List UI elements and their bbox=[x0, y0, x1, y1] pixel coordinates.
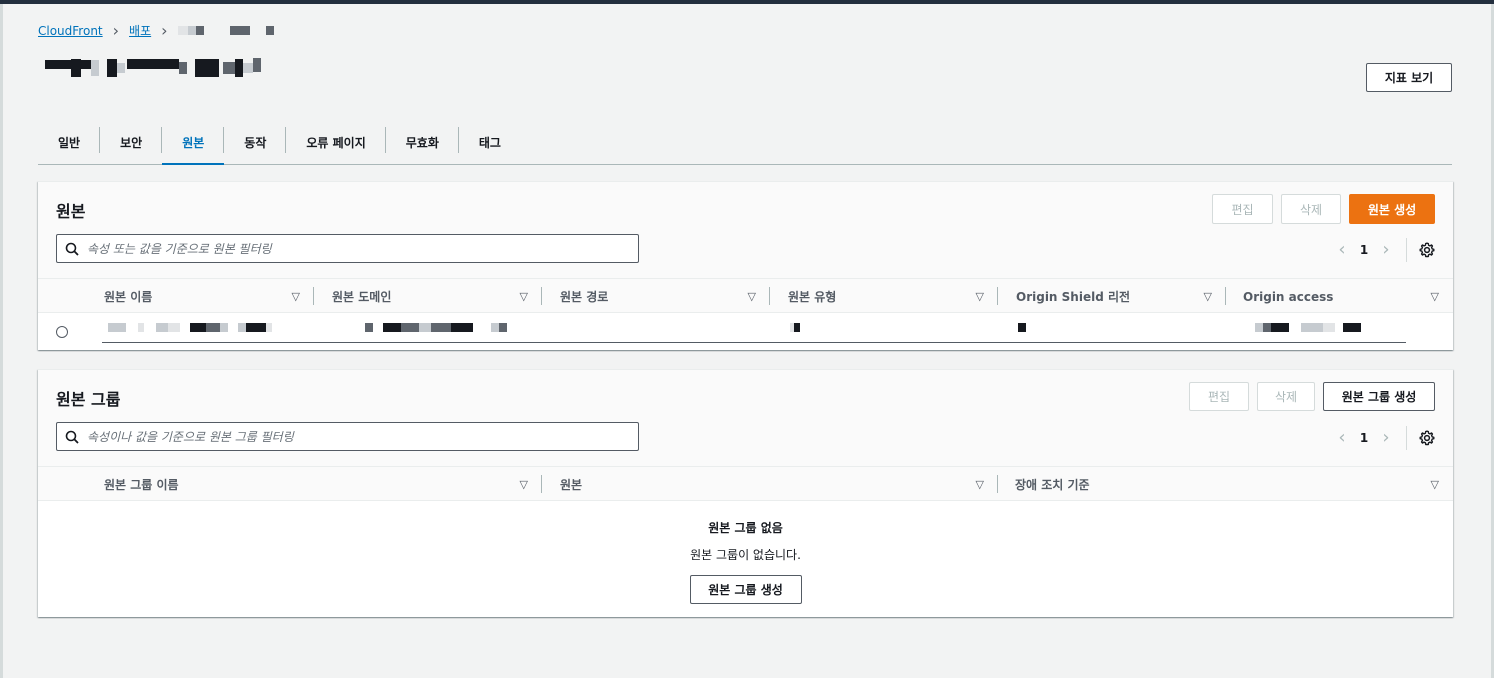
origin-access-redacted bbox=[1255, 323, 1361, 332]
chevron-left-icon[interactable]: ‹ bbox=[1330, 241, 1354, 259]
column-origin-access[interactable]: Origin access ▽ bbox=[1226, 279, 1453, 314]
create-origin-button[interactable]: 원본 생성 bbox=[1349, 194, 1435, 224]
origin-group-edit-button[interactable]: 편집 bbox=[1189, 382, 1249, 411]
page-title-redacted bbox=[45, 58, 261, 78]
empty-state-title: 원본 그룹 없음 bbox=[708, 521, 783, 535]
tab-error-pages[interactable]: 오류 페이지 bbox=[286, 120, 387, 164]
empty-create-origin-group-button[interactable]: 원본 그룹 생성 bbox=[689, 575, 802, 604]
sort-down-icon[interactable]: ▽ bbox=[520, 478, 528, 491]
origin-row-radio[interactable] bbox=[56, 326, 68, 338]
tab-origins[interactable]: 원본 bbox=[162, 120, 225, 165]
create-origin-group-button[interactable]: 원본 그룹 생성 bbox=[1323, 382, 1435, 411]
sort-down-icon[interactable]: ▽ bbox=[1431, 290, 1439, 303]
origin-groups-title: 원본 그룹 bbox=[56, 390, 121, 409]
column-label: 원본 bbox=[560, 478, 583, 492]
origins-title: 원본 bbox=[56, 202, 86, 221]
column-origin-type[interactable]: 원본 유형 ▽ bbox=[770, 279, 998, 314]
chevron-right-icon[interactable]: › bbox=[1374, 241, 1398, 259]
origin-edit-button[interactable]: 편집 bbox=[1212, 194, 1273, 224]
sort-down-icon[interactable]: ▽ bbox=[748, 290, 756, 303]
breadcrumb: CloudFront › 배포 › bbox=[38, 22, 274, 39]
column-origin-name[interactable]: 원본 이름 ▽ bbox=[86, 279, 314, 314]
origin-group-delete-button[interactable]: 삭제 bbox=[1257, 382, 1315, 411]
column-label: 장애 조치 기준 bbox=[1015, 478, 1090, 492]
breadcrumb-distributions-link[interactable]: 배포 bbox=[129, 22, 151, 39]
origins-pagination: ‹ 1 › bbox=[1330, 238, 1435, 262]
tab-general[interactable]: 일반 bbox=[38, 120, 101, 164]
tab-tags[interactable]: 태그 bbox=[459, 120, 521, 164]
column-label: 원본 이름 bbox=[104, 290, 153, 304]
origin-groups-filter[interactable] bbox=[56, 422, 639, 451]
pagination-divider bbox=[1406, 426, 1407, 450]
origin-groups-panel: 원본 그룹 편집 삭제 원본 그룹 생성 ‹ 1 › 원본 그룹 이름 ▽ 원본 ▽… bbox=[38, 369, 1453, 617]
chevron-right-icon[interactable]: › bbox=[1374, 429, 1398, 447]
view-metrics-button[interactable]: 지표 보기 bbox=[1366, 63, 1452, 92]
origin-groups-actions: 편집 삭제 원본 그룹 생성 bbox=[1189, 382, 1435, 411]
empty-state: 원본 그룹 없음 원본 그룹이 없습니다. 원본 그룹 생성 bbox=[38, 519, 1453, 604]
origins-filter-input[interactable] bbox=[87, 241, 607, 256]
search-icon bbox=[65, 242, 79, 256]
column-origin-group-name[interactable]: 원본 그룹 이름 ▽ bbox=[86, 467, 542, 502]
chevron-left-icon[interactable]: ‹ bbox=[1330, 429, 1354, 447]
column-label: 원본 도메인 bbox=[332, 290, 392, 304]
sort-down-icon[interactable]: ▽ bbox=[1431, 478, 1439, 491]
breadcrumb-distribution-id-redacted bbox=[177, 26, 274, 35]
tab-behaviors[interactable]: 동작 bbox=[224, 120, 287, 164]
origin-groups-table-header: 원본 그룹 이름 ▽ 원본 ▽ 장애 조치 기준 ▽ bbox=[38, 466, 1453, 501]
origin-delete-button[interactable]: 삭제 bbox=[1281, 194, 1341, 224]
window-frame-left bbox=[0, 4, 3, 678]
sort-down-icon[interactable]: ▽ bbox=[976, 478, 984, 491]
column-label: Origin access bbox=[1243, 289, 1334, 304]
sort-down-icon[interactable]: ▽ bbox=[1204, 290, 1212, 303]
origins-table-header: 원본 이름 ▽ 원본 도메인 ▽ 원본 경로 ▽ 원본 유형 ▽ Origin Shie… bbox=[38, 278, 1453, 313]
gear-icon[interactable] bbox=[1419, 430, 1435, 446]
sort-down-icon[interactable]: ▽ bbox=[976, 290, 984, 303]
column-label: 원본 경로 bbox=[560, 290, 609, 304]
tab-bar: 일반 보안 원본 동작 오류 페이지 무효화 태그 bbox=[38, 120, 1452, 165]
chevron-right-icon: › bbox=[112, 20, 120, 40]
origins-panel-header: 원본 편집 삭제 원본 생성 ‹ 1 › bbox=[38, 182, 1453, 278]
tab-security[interactable]: 보안 bbox=[100, 120, 163, 164]
origin-type-redacted bbox=[790, 323, 800, 332]
breadcrumb-cloudfront-link[interactable]: CloudFront bbox=[38, 24, 103, 38]
gear-icon[interactable] bbox=[1419, 242, 1435, 258]
tab-invalidations[interactable]: 무효화 bbox=[386, 120, 460, 164]
origins-panel: 원본 편집 삭제 원본 생성 ‹ 1 › 원본 이름 ▽ 원본 도메인 ▽ 원본 경… bbox=[38, 181, 1453, 350]
origin-groups-filter-input[interactable] bbox=[87, 429, 607, 444]
origin-shield-redacted bbox=[1018, 323, 1026, 332]
origins-filter[interactable] bbox=[56, 234, 639, 263]
column-origin-domain[interactable]: 원본 도메인 ▽ bbox=[314, 279, 542, 314]
row-separator bbox=[102, 342, 1406, 343]
origin-groups-panel-header: 원본 그룹 편집 삭제 원본 그룹 생성 ‹ 1 › bbox=[38, 370, 1453, 466]
column-origin-path[interactable]: 원본 경로 ▽ bbox=[542, 279, 770, 314]
search-icon bbox=[65, 430, 79, 444]
column-label: 원본 유형 bbox=[788, 290, 837, 304]
column-failover-criteria[interactable]: 장애 조치 기준 ▽ bbox=[998, 467, 1453, 502]
chevron-right-icon: › bbox=[161, 20, 168, 40]
table-row bbox=[38, 313, 1453, 351]
column-label: Origin Shield 리전 bbox=[1016, 290, 1131, 304]
origin-groups-page-number[interactable]: 1 bbox=[1354, 431, 1374, 445]
origins-page-number[interactable]: 1 bbox=[1354, 243, 1374, 257]
empty-state-description: 원본 그룹이 없습니다. bbox=[690, 548, 801, 562]
origin-name-redacted bbox=[108, 323, 272, 332]
column-origins[interactable]: 원본 ▽ bbox=[542, 467, 998, 502]
column-label: 원본 그룹 이름 bbox=[104, 478, 179, 492]
pagination-divider bbox=[1406, 238, 1407, 262]
origins-actions: 편집 삭제 원본 생성 bbox=[1212, 194, 1435, 224]
origin-domain-redacted bbox=[365, 323, 507, 332]
column-origin-shield-region[interactable]: Origin Shield 리전 ▽ bbox=[998, 279, 1226, 314]
sort-down-icon[interactable]: ▽ bbox=[292, 290, 300, 303]
sort-down-icon[interactable]: ▽ bbox=[520, 290, 528, 303]
origin-groups-pagination: ‹ 1 › bbox=[1330, 426, 1435, 450]
top-navigation-bar bbox=[0, 0, 1494, 4]
